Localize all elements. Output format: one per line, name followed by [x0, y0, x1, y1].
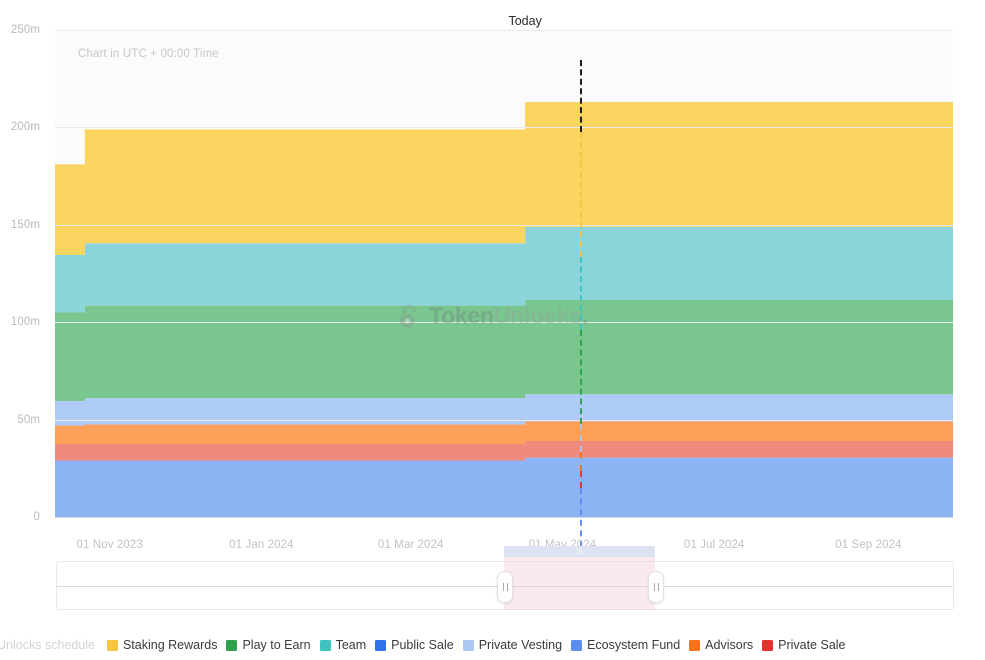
legend-swatch-icon	[689, 639, 701, 651]
gridline	[55, 517, 953, 518]
token-unlocks-chart: 0 50m 100m 150m 200m 250m 01 Nov 2023 01 Jan 2…	[0, 0, 985, 660]
today-line-segment-private-vesting	[580, 424, 583, 452]
legend-item-private-sale[interactable]: Private Sale	[762, 638, 846, 652]
handle-grip-icon	[653, 582, 659, 591]
y-axis-tick-label: 100m	[10, 316, 40, 329]
legend-item-advisors[interactable]: Advisors	[689, 638, 753, 652]
legend-item-label: Team	[335, 638, 367, 652]
y-axis-tick-label: 50m	[17, 413, 40, 426]
legend-swatch-icon	[762, 639, 774, 651]
legend: Unlocks schedule Staking Rewards Play to …	[0, 636, 855, 654]
y-axis-tick-label: 150m	[10, 218, 40, 231]
legend-item-label: Staking Rewards	[122, 638, 218, 652]
legend-item-label: Ecosystem Fund	[587, 638, 681, 652]
range-handle-right[interactable]	[648, 570, 665, 603]
legend-item-play-to-earn[interactable]: Play to Earn	[226, 638, 311, 652]
legend-swatch-icon	[571, 639, 583, 651]
gridline	[55, 322, 953, 324]
y-axis-tick-label: 0	[33, 511, 40, 523]
range-cap-grip: |||	[576, 548, 583, 555]
legend-item-team[interactable]: Team	[319, 638, 367, 652]
legend-swatch-icon	[375, 639, 387, 651]
gridline	[55, 224, 953, 226]
legend-item-public-sale[interactable]: Public Sale	[375, 638, 454, 652]
today-line-segment-private-sale	[580, 471, 583, 488]
stacked-area-series	[55, 102, 953, 517]
today-label: Today	[508, 14, 542, 28]
legend-item-label: Private Vesting	[478, 638, 563, 652]
utc-timezone-note: Chart in UTC + 00:00 Time	[78, 48, 219, 60]
area-band-ecosystem-fund	[55, 457, 953, 517]
x-axis-tick-label: 01 Sep 2024	[835, 539, 902, 551]
x-axis-tick-label: 01 Jan 2024	[229, 539, 294, 551]
x-axis-tick-label: 01 Jul 2024	[683, 539, 745, 551]
range-selection[interactable]: |||	[504, 546, 656, 610]
legend-item-label: Private Sale	[778, 638, 846, 652]
area-band-play-to-earn	[55, 299, 953, 402]
legend-item-staking-rewards[interactable]: Staking Rewards	[106, 638, 218, 652]
y-axis-tick-label: 200m	[10, 121, 40, 134]
legend-item-label: Public Sale	[391, 638, 454, 652]
legend-swatch-icon	[462, 639, 474, 651]
today-line-segment-team	[580, 256, 583, 330]
area-band-advisors	[55, 421, 953, 444]
legend-item-private-vesting[interactable]: Private Vesting	[462, 638, 563, 652]
legend-item-label: Advisors	[705, 638, 754, 652]
legend-title: Unlocks schedule	[0, 638, 95, 652]
legend-item-label: Play to Earn	[242, 638, 311, 652]
plot-area	[55, 30, 953, 547]
today-line-segment-staking-rewards	[580, 132, 583, 257]
handle-grip-icon	[502, 582, 508, 591]
x-axis-tick-label: 01 Nov 2023	[76, 539, 143, 551]
legend-swatch-icon	[106, 639, 118, 651]
gridline	[55, 30, 953, 31]
today-line-segment-play-to-earn	[580, 329, 583, 425]
today-line-segment	[580, 60, 583, 133]
range-selector[interactable]: |||	[56, 546, 954, 610]
today-line-segment-advisors	[580, 451, 583, 472]
plot-canvas	[55, 30, 953, 517]
gridline	[55, 127, 953, 129]
legend-swatch-icon	[226, 639, 238, 651]
legend-swatch-icon	[319, 639, 331, 651]
x-axis-tick-label: 01 Mar 2024	[377, 539, 444, 551]
range-handle-left[interactable]	[497, 570, 514, 603]
gridline	[55, 419, 953, 421]
y-axis-tick-label: 250m	[10, 24, 40, 36]
range-selection-handle-bar[interactable]: |||	[504, 546, 656, 557]
legend-items: Staking Rewards Play to Earn Team Public Sa…	[106, 638, 855, 652]
area-band-private-vesting	[55, 394, 953, 426]
legend-item-ecosystem-fund[interactable]: Ecosystem Fund	[571, 638, 680, 652]
